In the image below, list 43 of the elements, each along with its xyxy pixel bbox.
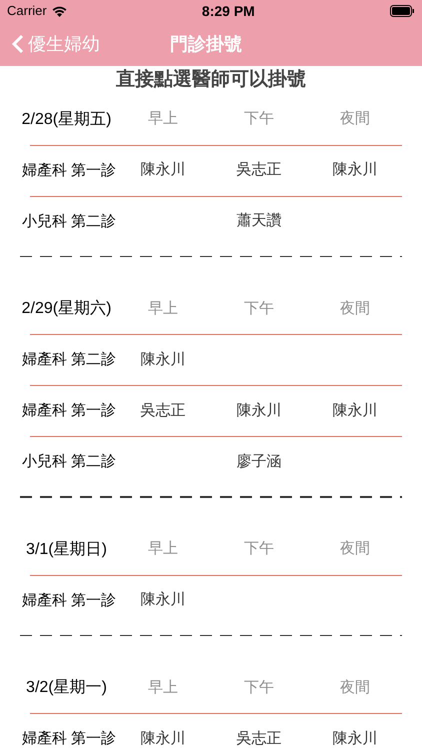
screen-title: 門診掛號 (170, 32, 242, 56)
shift-header: 夜間 (340, 109, 370, 130)
shift-header: 下午 (244, 678, 274, 698)
department-label: 婦產科 第一診 (22, 402, 116, 419)
doctor-link[interactable]: 蕭天讚 (236, 210, 282, 233)
shift-header: 夜間 (340, 539, 370, 560)
shift-header: 夜間 (340, 298, 370, 319)
department-label: 婦產科 第二診 (22, 351, 116, 368)
date-label: 2/28(星期五) (22, 110, 112, 130)
shift-header: 下午 (244, 539, 274, 560)
shift-header: 下午 (244, 298, 274, 319)
department-label: 婦產科 第一診 (22, 592, 116, 608)
date-label: 2/29(星期六) (22, 298, 112, 319)
shift-header: 早上 (148, 109, 178, 130)
doctor-link[interactable]: 陳永川 (332, 728, 378, 750)
doctor-link[interactable]: 陳永川 (140, 348, 186, 372)
department-label: 婦產科 第一診 (22, 162, 116, 178)
chevron-left-icon (12, 34, 24, 54)
shift-header: 夜間 (340, 678, 370, 698)
doctor-link[interactable]: 陳永川 (140, 159, 186, 182)
department-label: 小兒科 第二診 (22, 212, 116, 230)
doctor-link[interactable]: 陳永川 (140, 589, 186, 612)
doctor-link[interactable]: 廖子涵 (236, 450, 282, 474)
wifi-icon (52, 6, 67, 16)
department-label: 小兒科 第二診 (22, 453, 116, 470)
doctor-link[interactable]: 陳永川 (332, 159, 378, 182)
doctor-link[interactable]: 吳志正 (140, 400, 186, 422)
department-label: 婦產科 第一診 (22, 730, 116, 747)
doctor-link[interactable]: 吳志正 (236, 728, 282, 750)
date-label: 3/2(星期一) (26, 678, 107, 698)
date-label: 3/1(星期日) (26, 540, 107, 560)
shift-header: 早上 (148, 539, 178, 560)
doctor-link[interactable]: 陳永川 (236, 400, 282, 422)
shift-header: 下午 (244, 109, 274, 130)
doctor-link[interactable]: 陳永川 (332, 400, 378, 422)
status-time: 8:29 PM (202, 2, 255, 20)
instruction-text: 直接點選醫師可以掛號 (116, 68, 306, 92)
shift-header: 早上 (148, 678, 178, 698)
carrier-label: Carrier (7, 2, 47, 20)
doctor-link[interactable]: 吳志正 (236, 159, 282, 182)
doctor-link[interactable]: 陳永川 (140, 728, 186, 750)
shift-header: 早上 (148, 298, 178, 319)
battery-icon (390, 5, 415, 17)
